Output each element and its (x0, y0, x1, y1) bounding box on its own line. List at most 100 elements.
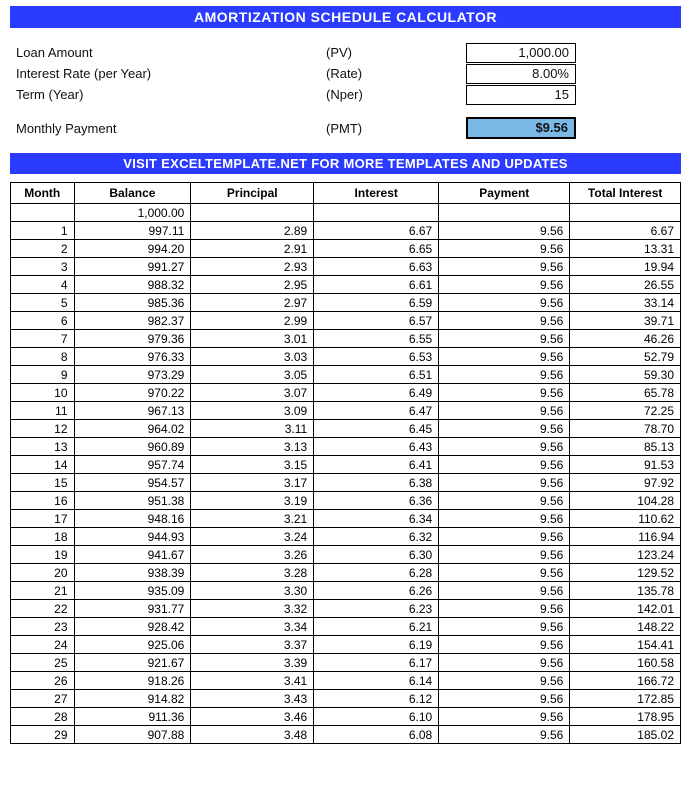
cell-balance: 941.67 (74, 546, 191, 564)
cell-balance: 911.36 (74, 708, 191, 726)
cell-interest: 6.55 (314, 330, 439, 348)
rate-input[interactable]: 8.00% (466, 64, 576, 84)
cell-payment: 9.56 (439, 420, 570, 438)
cell-month: 9 (11, 366, 75, 384)
pmt-label: Monthly Payment (16, 118, 326, 139)
cell-balance: 951.38 (74, 492, 191, 510)
cell-balance: 957.74 (74, 456, 191, 474)
cell-payment: 9.56 (439, 600, 570, 618)
table-row: 22931.773.326.239.56142.01 (11, 600, 681, 618)
cell-total-interest: 142.01 (570, 600, 681, 618)
cell-total-interest: 178.95 (570, 708, 681, 726)
cell-balance: 997.11 (74, 222, 191, 240)
cell-balance: 921.67 (74, 654, 191, 672)
cell-total-interest: 65.78 (570, 384, 681, 402)
cell-principal: 3.17 (191, 474, 314, 492)
table-row: 26918.263.416.149.56166.72 (11, 672, 681, 690)
cell-balance: 982.37 (74, 312, 191, 330)
cell-payment: 9.56 (439, 654, 570, 672)
cell-month: 23 (11, 618, 75, 636)
cell-balance: 914.82 (74, 690, 191, 708)
loan-amount-input[interactable]: 1,000.00 (466, 43, 576, 63)
table-row: 4988.322.956.619.5626.55 (11, 276, 681, 294)
cell-total-interest: 85.13 (570, 438, 681, 456)
cell-payment: 9.56 (439, 528, 570, 546)
cell-month: 2 (11, 240, 75, 258)
cell-month: 1 (11, 222, 75, 240)
cell-principal: 2.95 (191, 276, 314, 294)
cell-month: 5 (11, 294, 75, 312)
cell-total-interest: 78.70 (570, 420, 681, 438)
cell-payment: 9.56 (439, 708, 570, 726)
cell-balance: 964.02 (74, 420, 191, 438)
term-row: Term (Year) (Nper) 15 (16, 84, 681, 105)
cell-payment: 9.56 (439, 636, 570, 654)
cell-month: 28 (11, 708, 75, 726)
cell-interest: 6.45 (314, 420, 439, 438)
cell-month: 12 (11, 420, 75, 438)
cell-month: 20 (11, 564, 75, 582)
rate-row: Interest Rate (per Year) (Rate) 8.00% (16, 63, 681, 84)
cell-interest: 6.49 (314, 384, 439, 402)
cell-balance: 994.20 (74, 240, 191, 258)
th-interest: Interest (314, 183, 439, 204)
cell-payment: 9.56 (439, 294, 570, 312)
cell-payment: 9.56 (439, 438, 570, 456)
cell-principal: 3.39 (191, 654, 314, 672)
cell-principal: 2.89 (191, 222, 314, 240)
table-row: 12964.023.116.459.5678.70 (11, 420, 681, 438)
cell-total-interest (570, 204, 681, 222)
table-row: 16951.383.196.369.56104.28 (11, 492, 681, 510)
cell-month: 16 (11, 492, 75, 510)
th-month: Month (11, 183, 75, 204)
cell-interest: 6.53 (314, 348, 439, 366)
cell-balance: 960.89 (74, 438, 191, 456)
table-row: 10970.223.076.499.5665.78 (11, 384, 681, 402)
cell-interest: 6.61 (314, 276, 439, 294)
cell-total-interest: 148.22 (570, 618, 681, 636)
loan-amount-label: Loan Amount (16, 42, 326, 63)
cell-interest: 6.19 (314, 636, 439, 654)
cell-total-interest: 110.62 (570, 510, 681, 528)
cell-month: 13 (11, 438, 75, 456)
cell-balance: 948.16 (74, 510, 191, 528)
cell-principal: 3.24 (191, 528, 314, 546)
cell-balance: 973.29 (74, 366, 191, 384)
cell-payment: 9.56 (439, 618, 570, 636)
cell-total-interest: 13.31 (570, 240, 681, 258)
cell-month: 25 (11, 654, 75, 672)
cell-month: 11 (11, 402, 75, 420)
table-row: 25921.673.396.179.56160.58 (11, 654, 681, 672)
link-banner[interactable]: VISIT EXCELTEMPLATE.NET FOR MORE TEMPLAT… (10, 153, 681, 174)
term-input[interactable]: 15 (466, 85, 576, 105)
cell-principal: 3.09 (191, 402, 314, 420)
cell-payment: 9.56 (439, 348, 570, 366)
cell-balance: 954.57 (74, 474, 191, 492)
cell-month: 7 (11, 330, 75, 348)
cell-payment: 9.56 (439, 384, 570, 402)
cell-balance: 988.32 (74, 276, 191, 294)
cell-principal: 2.97 (191, 294, 314, 312)
cell-interest: 6.14 (314, 672, 439, 690)
inputs-panel: Loan Amount (PV) 1,000.00 Interest Rate … (10, 28, 681, 149)
schedule-table: Month Balance Principal Interest Payment… (10, 182, 681, 744)
cell-total-interest: 185.02 (570, 726, 681, 744)
cell-payment: 9.56 (439, 690, 570, 708)
cell-month: 27 (11, 690, 75, 708)
cell-total-interest: 135.78 (570, 582, 681, 600)
cell-month (11, 204, 75, 222)
table-row: 21935.093.306.269.56135.78 (11, 582, 681, 600)
cell-principal: 3.13 (191, 438, 314, 456)
cell-payment (439, 204, 570, 222)
cell-principal: 3.07 (191, 384, 314, 402)
cell-month: 14 (11, 456, 75, 474)
cell-balance: 928.42 (74, 618, 191, 636)
table-row: 23928.423.346.219.56148.22 (11, 618, 681, 636)
title-banner: AMORTIZATION SCHEDULE CALCULATOR (10, 6, 681, 28)
cell-interest: 6.17 (314, 654, 439, 672)
cell-month: 10 (11, 384, 75, 402)
cell-month: 4 (11, 276, 75, 294)
cell-interest: 6.12 (314, 690, 439, 708)
cell-total-interest: 116.94 (570, 528, 681, 546)
cell-balance: 1,000.00 (74, 204, 191, 222)
